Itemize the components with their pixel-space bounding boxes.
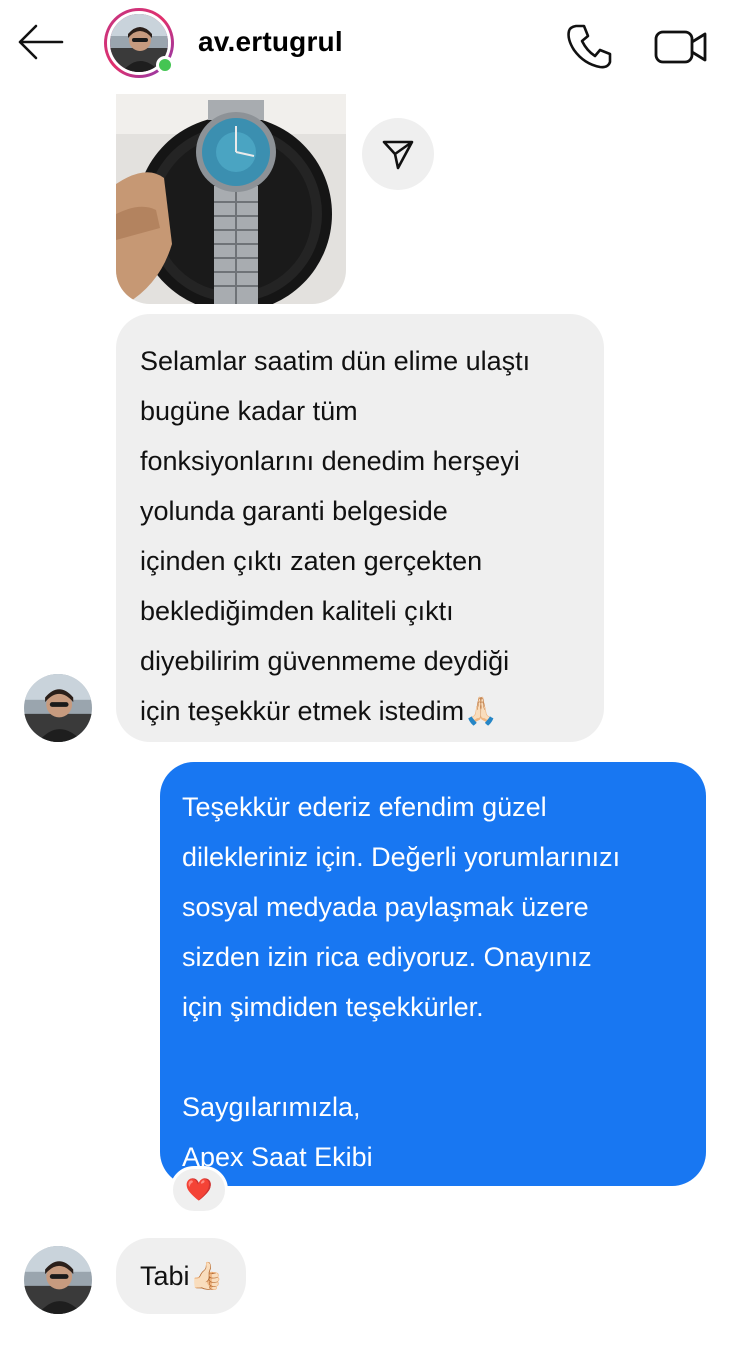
message-line: yolunda garanti belgeside: [140, 496, 448, 526]
chat-username[interactable]: av.ertugrul: [198, 26, 343, 58]
sender-avatar[interactable]: [24, 674, 92, 742]
video-call-button[interactable]: [652, 22, 710, 70]
profile-photo: [24, 1246, 92, 1314]
profile-photo: [24, 674, 92, 742]
message-line: bugüne kadar tüm: [140, 396, 358, 426]
message-line: için teşekkür etmek istedim🙏🏻: [140, 696, 498, 726]
message-line: beklediğimden kaliteli çıktı: [140, 596, 454, 626]
video-camera-icon: [654, 30, 707, 64]
message-photo[interactable]: [116, 94, 346, 304]
message-signoff: Saygılarımızla,: [182, 1092, 361, 1122]
sender-avatar[interactable]: [24, 1246, 92, 1314]
watch-photo: [116, 94, 346, 304]
share-button[interactable]: [362, 118, 434, 190]
heart-reaction: ❤️: [185, 1177, 213, 1202]
arrow-left-icon: [18, 24, 64, 60]
message-line: Teşekkür ederiz efendim güzel: [182, 792, 547, 822]
message-line: sosyal medyada paylaşmak üzere: [182, 892, 589, 922]
message-line: Selamlar saatim dün elime ulaştı: [140, 346, 531, 376]
reaction-badge[interactable]: ❤️: [170, 1166, 228, 1214]
message-signoff: Apex Saat Ekibi: [182, 1142, 373, 1172]
message-line: dilekleriniz için. Değerli yorumlarınızı: [182, 842, 621, 872]
outgoing-message[interactable]: Teşekkür ederiz efendim güzel dileklerin…: [160, 762, 706, 1186]
message-line: içinden çıktı zaten gerçekten: [140, 546, 483, 576]
online-status-dot: [156, 56, 174, 74]
message-line: için şimdiden teşekkürler.: [182, 992, 484, 1022]
back-button[interactable]: [14, 20, 66, 64]
incoming-message[interactable]: Selamlar saatim dün elime ulaştı bugüne …: [116, 314, 604, 742]
incoming-message[interactable]: Tabi👍🏻: [116, 1238, 246, 1314]
message-line: fonksiyonlarını denedim herşeyi: [140, 446, 520, 476]
voice-call-button[interactable]: [562, 20, 616, 72]
chat-header: av.ertugrul: [0, 0, 740, 92]
send-icon: [382, 140, 414, 170]
message-text: Tabi👍🏻: [140, 1261, 224, 1291]
message-line: diyebilirim güvenmeme deydiği: [140, 646, 510, 676]
phone-icon: [567, 24, 612, 69]
message-line: sizden izin rica ediyoruz. Onayınız: [182, 942, 592, 972]
